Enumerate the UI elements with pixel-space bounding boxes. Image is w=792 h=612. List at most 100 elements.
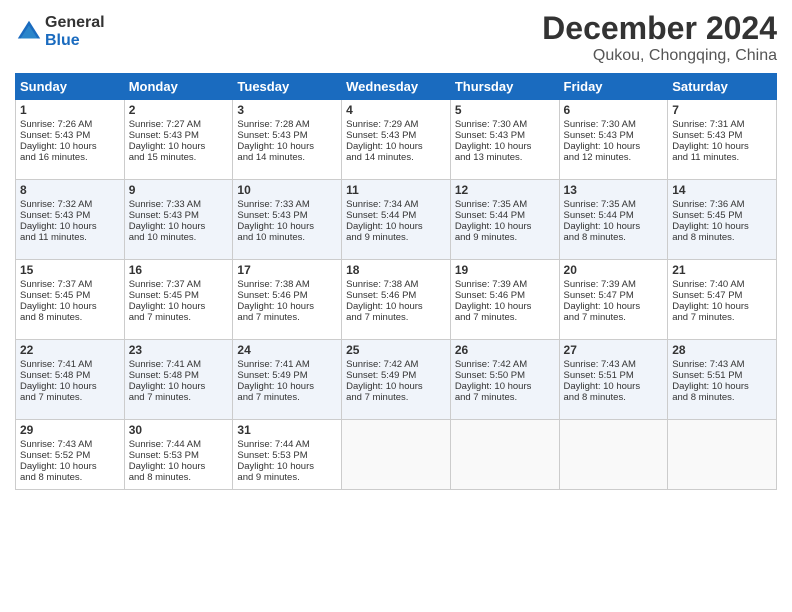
day-info: Daylight: 10 hours bbox=[129, 221, 229, 232]
calendar-cell: 27Sunrise: 7:43 AMSunset: 5:51 PMDayligh… bbox=[559, 340, 668, 420]
day-info: Daylight: 10 hours bbox=[346, 301, 446, 312]
calendar-cell: 31Sunrise: 7:44 AMSunset: 5:53 PMDayligh… bbox=[233, 420, 342, 490]
day-number: 18 bbox=[346, 263, 446, 277]
day-number: 20 bbox=[564, 263, 664, 277]
day-info: and 10 minutes. bbox=[129, 232, 229, 243]
calendar-cell: 20Sunrise: 7:39 AMSunset: 5:47 PMDayligh… bbox=[559, 260, 668, 340]
day-info: Daylight: 10 hours bbox=[564, 221, 664, 232]
day-info: Daylight: 10 hours bbox=[237, 461, 337, 472]
day-info: and 16 minutes. bbox=[20, 152, 120, 163]
day-info: and 11 minutes. bbox=[672, 152, 772, 163]
day-info: Daylight: 10 hours bbox=[129, 461, 229, 472]
day-info: and 7 minutes. bbox=[346, 392, 446, 403]
day-info: and 14 minutes. bbox=[346, 152, 446, 163]
day-info: Sunset: 5:50 PM bbox=[455, 370, 555, 381]
day-number: 3 bbox=[237, 103, 337, 117]
day-info: and 13 minutes. bbox=[455, 152, 555, 163]
header-wednesday: Wednesday bbox=[342, 74, 451, 100]
day-info: and 15 minutes. bbox=[129, 152, 229, 163]
day-info: Sunset: 5:43 PM bbox=[129, 210, 229, 221]
day-info: and 8 minutes. bbox=[564, 392, 664, 403]
day-info: Sunset: 5:43 PM bbox=[20, 210, 120, 221]
day-info: Sunrise: 7:37 AM bbox=[129, 279, 229, 290]
calendar-cell: 16Sunrise: 7:37 AMSunset: 5:45 PMDayligh… bbox=[124, 260, 233, 340]
day-info: Sunset: 5:49 PM bbox=[346, 370, 446, 381]
day-info: and 7 minutes. bbox=[129, 312, 229, 323]
day-info: Sunrise: 7:26 AM bbox=[20, 119, 120, 130]
day-info: Sunrise: 7:31 AM bbox=[672, 119, 772, 130]
calendar-cell: 21Sunrise: 7:40 AMSunset: 5:47 PMDayligh… bbox=[668, 260, 777, 340]
day-number: 12 bbox=[455, 183, 555, 197]
day-info: Sunset: 5:43 PM bbox=[237, 130, 337, 141]
day-number: 22 bbox=[20, 343, 120, 357]
day-number: 28 bbox=[672, 343, 772, 357]
day-info: Sunrise: 7:27 AM bbox=[129, 119, 229, 130]
location: Qukou, Chongqing, China bbox=[542, 47, 777, 65]
day-info: Daylight: 10 hours bbox=[455, 301, 555, 312]
day-info: and 7 minutes. bbox=[564, 312, 664, 323]
day-info: Daylight: 10 hours bbox=[672, 301, 772, 312]
day-info: and 7 minutes. bbox=[237, 392, 337, 403]
day-number: 24 bbox=[237, 343, 337, 357]
day-info: Sunrise: 7:29 AM bbox=[346, 119, 446, 130]
calendar-cell: 2Sunrise: 7:27 AMSunset: 5:43 PMDaylight… bbox=[124, 100, 233, 180]
day-info: Daylight: 10 hours bbox=[129, 381, 229, 392]
day-number: 5 bbox=[455, 103, 555, 117]
day-number: 31 bbox=[237, 423, 337, 437]
day-info: Sunset: 5:43 PM bbox=[20, 130, 120, 141]
calendar-cell: 9Sunrise: 7:33 AMSunset: 5:43 PMDaylight… bbox=[124, 180, 233, 260]
calendar-cell: 17Sunrise: 7:38 AMSunset: 5:46 PMDayligh… bbox=[233, 260, 342, 340]
calendar-cell: 14Sunrise: 7:36 AMSunset: 5:45 PMDayligh… bbox=[668, 180, 777, 260]
day-info: and 7 minutes. bbox=[672, 312, 772, 323]
day-info: Sunrise: 7:33 AM bbox=[129, 199, 229, 210]
calendar-cell: 8Sunrise: 7:32 AMSunset: 5:43 PMDaylight… bbox=[16, 180, 125, 260]
day-info: Sunrise: 7:30 AM bbox=[564, 119, 664, 130]
day-info: Daylight: 10 hours bbox=[564, 141, 664, 152]
calendar-cell: 19Sunrise: 7:39 AMSunset: 5:46 PMDayligh… bbox=[450, 260, 559, 340]
day-info: Sunset: 5:52 PM bbox=[20, 450, 120, 461]
day-info: Sunrise: 7:35 AM bbox=[455, 199, 555, 210]
day-info: Daylight: 10 hours bbox=[20, 461, 120, 472]
day-info: Sunrise: 7:38 AM bbox=[346, 279, 446, 290]
day-info: and 12 minutes. bbox=[564, 152, 664, 163]
day-number: 6 bbox=[564, 103, 664, 117]
day-info: and 14 minutes. bbox=[237, 152, 337, 163]
day-number: 8 bbox=[20, 183, 120, 197]
day-info: Sunrise: 7:36 AM bbox=[672, 199, 772, 210]
day-number: 25 bbox=[346, 343, 446, 357]
day-number: 4 bbox=[346, 103, 446, 117]
header-monday: Monday bbox=[124, 74, 233, 100]
calendar-cell bbox=[668, 420, 777, 490]
day-info: Daylight: 10 hours bbox=[20, 141, 120, 152]
day-info: Sunrise: 7:42 AM bbox=[455, 359, 555, 370]
day-info: and 8 minutes. bbox=[20, 312, 120, 323]
logo: General Blue bbox=[15, 14, 105, 50]
day-info: Sunset: 5:46 PM bbox=[346, 290, 446, 301]
calendar-cell: 10Sunrise: 7:33 AMSunset: 5:43 PMDayligh… bbox=[233, 180, 342, 260]
day-info: Sunset: 5:46 PM bbox=[237, 290, 337, 301]
day-info: and 10 minutes. bbox=[237, 232, 337, 243]
day-info: and 7 minutes. bbox=[129, 392, 229, 403]
day-info: Daylight: 10 hours bbox=[129, 141, 229, 152]
day-info: Sunset: 5:51 PM bbox=[672, 370, 772, 381]
calendar-cell: 28Sunrise: 7:43 AMSunset: 5:51 PMDayligh… bbox=[668, 340, 777, 420]
day-number: 26 bbox=[455, 343, 555, 357]
calendar-table: Sunday Monday Tuesday Wednesday Thursday… bbox=[15, 73, 777, 490]
day-info: Daylight: 10 hours bbox=[237, 301, 337, 312]
day-info: Sunrise: 7:39 AM bbox=[455, 279, 555, 290]
day-info: Daylight: 10 hours bbox=[346, 381, 446, 392]
day-info: Sunrise: 7:33 AM bbox=[237, 199, 337, 210]
day-info: Sunset: 5:43 PM bbox=[346, 130, 446, 141]
day-number: 16 bbox=[129, 263, 229, 277]
day-number: 23 bbox=[129, 343, 229, 357]
day-info: Daylight: 10 hours bbox=[672, 381, 772, 392]
day-info: Daylight: 10 hours bbox=[346, 141, 446, 152]
day-info: and 7 minutes. bbox=[346, 312, 446, 323]
day-info: and 8 minutes. bbox=[672, 392, 772, 403]
main-container: General Blue December 2024 Qukou, Chongq… bbox=[0, 0, 792, 612]
day-info: Sunset: 5:45 PM bbox=[672, 210, 772, 221]
day-info: Daylight: 10 hours bbox=[20, 381, 120, 392]
logo-icon bbox=[15, 18, 43, 46]
day-info: Sunrise: 7:30 AM bbox=[455, 119, 555, 130]
day-info: and 9 minutes. bbox=[455, 232, 555, 243]
